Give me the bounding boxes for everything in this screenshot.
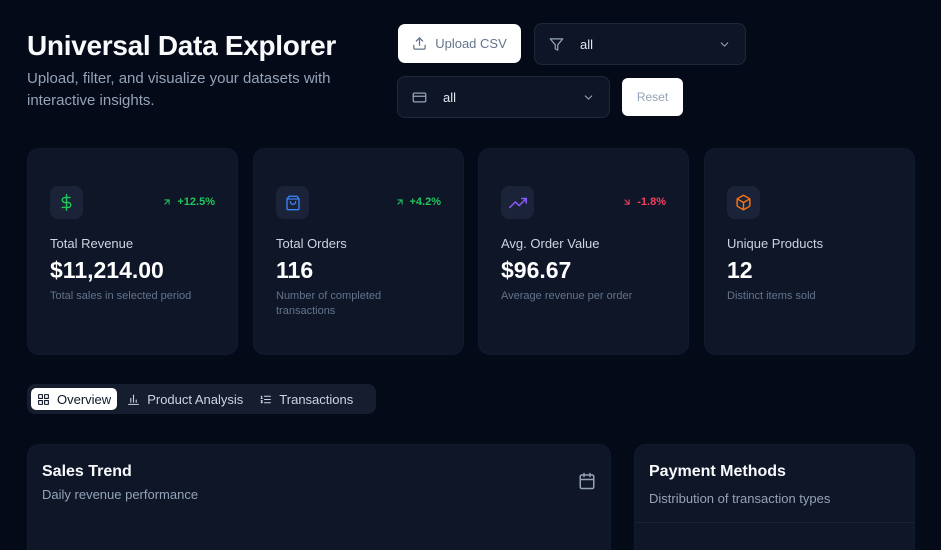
stat-label: Total Revenue	[50, 236, 134, 251]
stat-value: 12	[727, 257, 753, 283]
tab-transactions[interactable]: Transactions	[253, 388, 359, 410]
tab-product-analysis[interactable]: Product Analysis	[121, 388, 249, 410]
stat-label: Avg. Order Value	[501, 236, 600, 251]
page-subtitle: Upload, filter, and visualize your datas…	[27, 70, 331, 109]
bar-chart-icon	[128, 394, 140, 405]
trending-up-icon	[501, 186, 534, 219]
tab-overview[interactable]: Overview	[31, 388, 118, 410]
stat-value: $96.67	[501, 257, 572, 283]
stat-description: Total sales in selected period	[50, 290, 192, 302]
payment-methods-panel: Payment Methods Distribution of transact…	[634, 444, 915, 550]
arrow-up-right-icon	[396, 199, 403, 205]
stat-label: Unique Products	[727, 236, 824, 251]
stat-label: Total Orders	[276, 236, 347, 251]
credit-card-icon	[412, 92, 427, 102]
upload-csv-label: Upload CSV	[435, 36, 507, 51]
panel-title: Sales Trend	[42, 463, 132, 480]
stat-description: Average revenue per order	[501, 290, 633, 302]
payment-select-value: all	[443, 89, 457, 105]
chevron-down-icon	[720, 41, 729, 47]
stat-card-unique-products: Unique Products 12 Distinct items sold	[704, 148, 915, 355]
layout-grid-icon	[38, 393, 49, 405]
shopping-bag-icon	[276, 186, 309, 219]
upload-icon	[413, 37, 426, 50]
tab-label: Product Analysis	[147, 391, 244, 407]
trend-badge: -1.8%	[622, 196, 666, 208]
filter-select-value: all	[580, 36, 594, 52]
stat-description: Distinct items sold	[727, 290, 816, 302]
upload-csv-button[interactable]: Upload CSV	[398, 24, 521, 63]
tab-label: Transactions	[279, 391, 354, 407]
dollar-icon	[50, 186, 83, 219]
stat-card-avg-order-value: -1.8% Avg. Order Value $96.67 Average re…	[478, 148, 689, 355]
sales-trend-panel: Sales Trend Daily revenue performance	[27, 444, 611, 550]
trend-badge: +4.2%	[395, 196, 442, 208]
view-tabs: Overview Product Analysis Transactions	[27, 384, 376, 414]
arrow-down-right-icon	[624, 199, 630, 205]
arrow-up-right-icon	[164, 199, 170, 205]
trend-badge: +12.5%	[162, 196, 215, 208]
tab-label: Overview	[57, 391, 112, 407]
calendar-icon[interactable]	[578, 472, 596, 490]
reset-button[interactable]: Reset	[622, 78, 683, 116]
stat-card-total-revenue: +12.5% Total Revenue $11,214.00 Total sa…	[27, 148, 238, 355]
trend-value: +4.2%	[409, 196, 442, 208]
filter-icon	[549, 37, 564, 51]
panel-subtitle: Daily revenue performance	[42, 487, 199, 502]
trend-value: -1.8%	[637, 196, 666, 208]
divider	[635, 522, 914, 523]
stat-description: Number of completed transactions	[276, 290, 382, 317]
chevron-down-icon	[584, 94, 593, 100]
filter-select[interactable]: all	[534, 23, 746, 65]
trend-value: +12.5%	[177, 196, 215, 208]
panel-subtitle: Distribution of transaction types	[649, 491, 831, 506]
payment-select[interactable]: all	[397, 76, 610, 118]
package-icon	[727, 186, 760, 219]
list-ordered-icon	[260, 395, 272, 403]
stat-value: $11,214.00	[50, 257, 164, 283]
stat-card-total-orders: +4.2% Total Orders 116 Number of complet…	[253, 148, 464, 355]
stat-value: 116	[276, 257, 314, 283]
page-title: Universal Data Explorer	[27, 30, 337, 61]
panel-title: Payment Methods	[649, 463, 786, 480]
